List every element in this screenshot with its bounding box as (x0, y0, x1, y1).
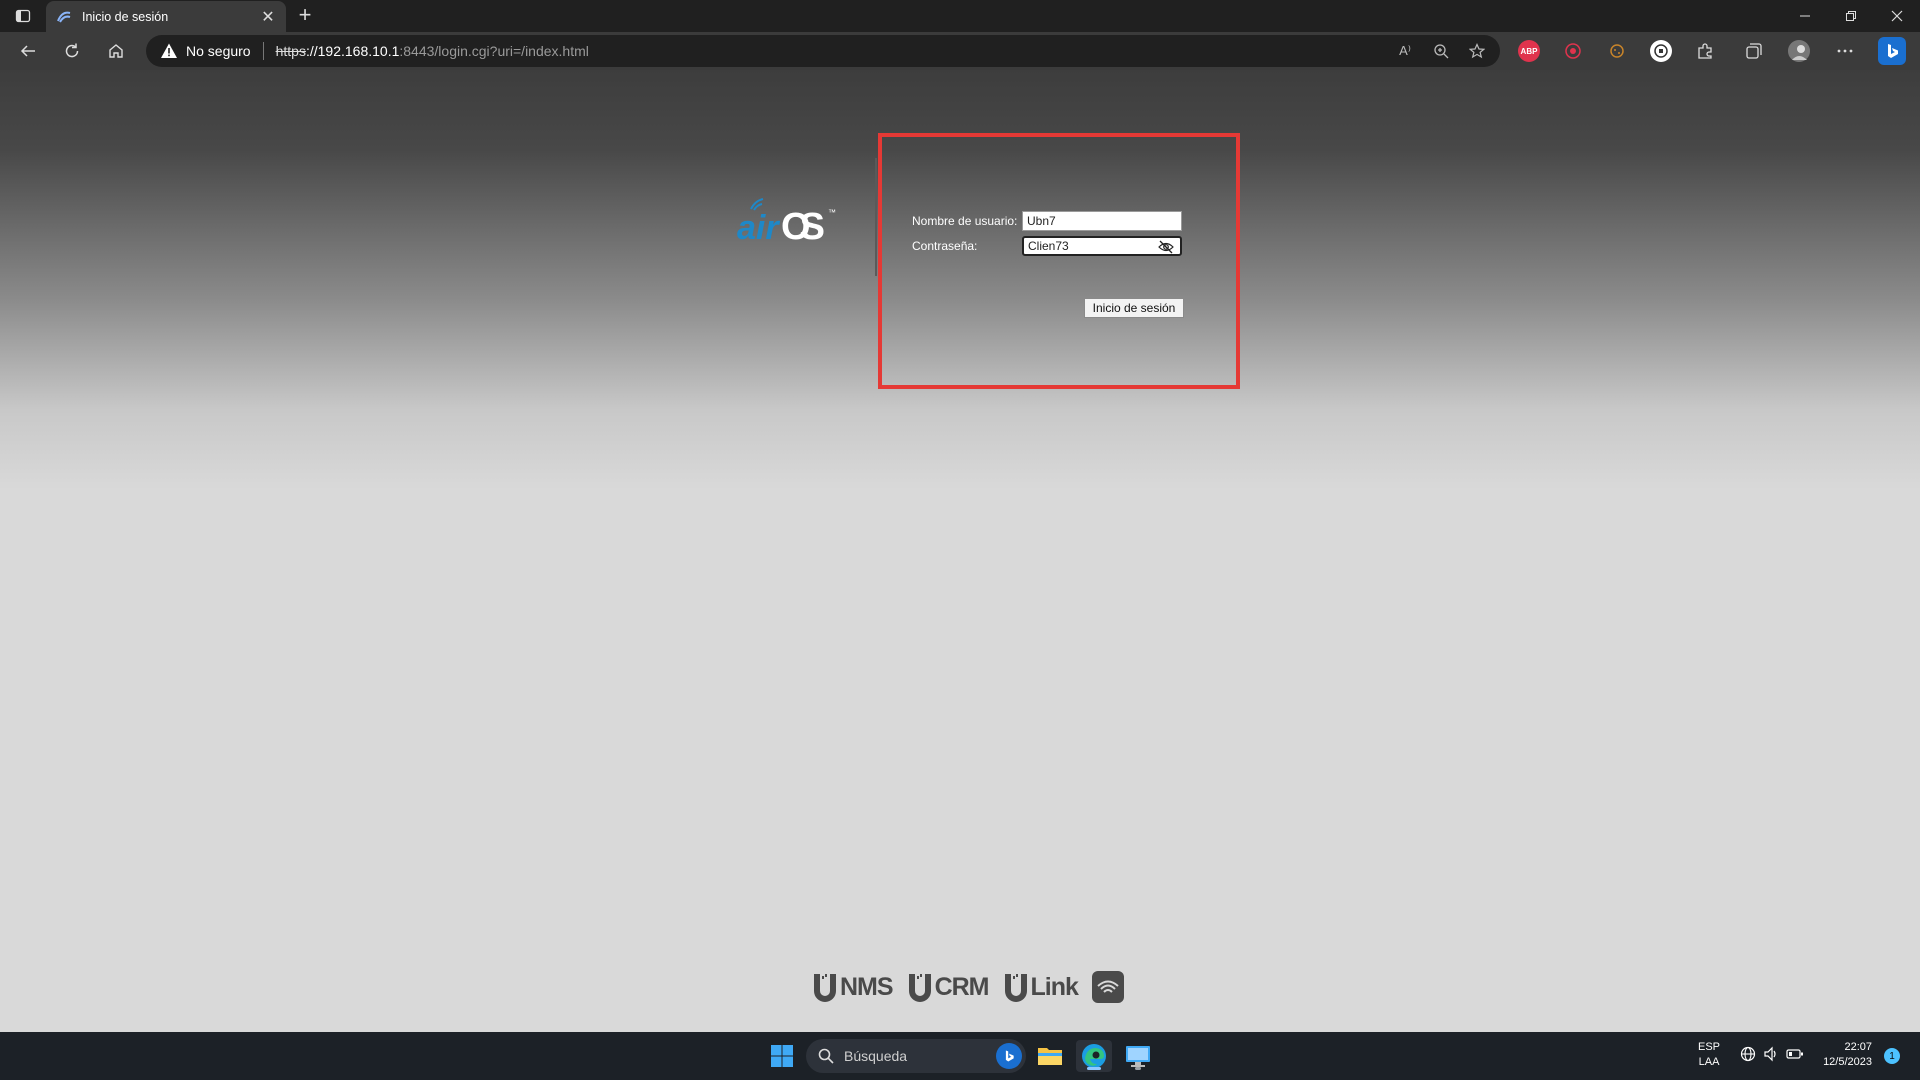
url-host: ://192.168.10.1 (305, 43, 400, 59)
warning-icon[interactable] (160, 42, 178, 60)
ubiquiti-u-icon (814, 974, 836, 1002)
airos-favicon-icon (57, 11, 71, 23)
password-label: Contraseña: (912, 239, 978, 253)
zoom-icon[interactable] (1432, 42, 1450, 60)
ubiquiti-u-icon (1004, 974, 1027, 1002)
back-icon[interactable] (14, 37, 42, 65)
password-field[interactable]: Clien73 (1022, 236, 1182, 256)
ucrm-logo[interactable]: CRM (907, 972, 989, 1002)
favorite-star-icon[interactable] (1468, 42, 1486, 60)
profile-avatar[interactable] (1788, 40, 1810, 62)
svg-text:™: ™ (828, 208, 836, 217)
tab-close-icon[interactable]: ✕ (260, 7, 276, 27)
windows-start-icon[interactable] (764, 1040, 800, 1072)
wifiman-icon[interactable] (1091, 971, 1124, 1003)
volume-icon[interactable] (1763, 1046, 1779, 1067)
svg-text:air: air (737, 209, 780, 247)
ubiquiti-product-logos: NMS CRM Link (812, 968, 1124, 1006)
file-explorer-icon[interactable] (1032, 1040, 1068, 1072)
extensions-puzzle-icon[interactable] (1694, 40, 1716, 62)
address-bar[interactable]: No seguro https://192.168.10.1:8443/logi… (146, 35, 1500, 67)
airos-logo: air OS ™ (735, 195, 845, 248)
search-icon (818, 1048, 834, 1064)
security-status[interactable]: No seguro (186, 43, 251, 59)
ulink-logo[interactable]: Link (1003, 972, 1079, 1002)
active-indicator (1087, 1067, 1101, 1070)
clock-date: 12/5/2023 (1823, 1056, 1872, 1068)
windows-taskbar: Búsqueda ESP LAA 22:07 12/5/2023 1 (0, 1032, 1920, 1080)
minimize-icon[interactable] (1782, 0, 1828, 32)
url-text[interactable]: https://192.168.10.1:8443/login.cgi?uri=… (276, 43, 589, 59)
network-icon[interactable] (1740, 1046, 1756, 1067)
clock-time: 22:07 (1844, 1041, 1872, 1053)
url-scheme: https (275, 43, 306, 59)
notification-badge[interactable]: 1 (1884, 1048, 1900, 1064)
refresh-icon[interactable] (58, 37, 86, 65)
more-options-icon[interactable] (1834, 40, 1856, 62)
bing-copilot-icon[interactable] (1878, 37, 1906, 65)
tab-active[interactable]: Inicio de sesión ✕ (46, 1, 286, 32)
clock[interactable]: 22:07 12/5/2023 (1820, 1040, 1872, 1070)
record-extension-icon[interactable] (1562, 40, 1584, 62)
product-name: Link (1030, 972, 1079, 1001)
tab-strip: Inicio de sesión ✕ + (0, 0, 1920, 32)
bing-icon[interactable] (996, 1043, 1022, 1069)
username-field[interactable]: Ubn7 (1022, 211, 1182, 231)
running-indicator (1135, 1067, 1141, 1070)
collections-icon[interactable] (1743, 40, 1765, 62)
new-tab-button[interactable]: + (292, 4, 318, 28)
address-divider (262, 42, 264, 60)
edge-browser-icon[interactable] (1076, 1040, 1112, 1072)
username-label: Nombre de usuario: (912, 214, 1018, 228)
language-indicator[interactable]: ESP LAA (1698, 1040, 1720, 1070)
battery-icon[interactable] (1786, 1046, 1804, 1067)
product-name: CRM (934, 972, 990, 1001)
search-placeholder: Búsqueda (844, 1048, 908, 1064)
taskbar-search[interactable]: Búsqueda (806, 1039, 1026, 1073)
window-controls (1782, 0, 1920, 32)
tab-title: Inicio de sesión (82, 9, 169, 24)
restore-icon[interactable] (1828, 0, 1874, 32)
unms-logo[interactable]: NMS (812, 972, 894, 1002)
login-page: air OS ™ Nombre de usuario: Ubn7 Contras… (0, 70, 1920, 1032)
adblock-plus-icon[interactable]: ABP (1518, 40, 1540, 62)
keyboard-layout: LAA (1698, 1056, 1720, 1068)
language-code: ESP (1698, 1041, 1721, 1053)
read-aloud-icon[interactable]: A⁾ (1396, 42, 1414, 60)
logo-divider (875, 158, 877, 276)
browser-toolbar: No seguro https://192.168.10.1:8443/logi… (0, 32, 1920, 70)
tab-actions-icon[interactable] (10, 4, 36, 28)
login-button[interactable]: Inicio de sesión (1084, 298, 1184, 318)
cookie-extension-icon[interactable] (1606, 40, 1628, 62)
eset-extension-icon[interactable] (1650, 40, 1672, 62)
remote-desktop-icon[interactable] (1120, 1040, 1156, 1072)
url-path: :8443/login.cgi?uri=/index.html (399, 43, 589, 59)
login-form-highlight (878, 133, 1240, 389)
home-icon[interactable] (102, 37, 130, 65)
product-name: NMS (840, 972, 894, 1001)
password-value: Clien73 (1028, 239, 1069, 253)
ubiquiti-u-icon (908, 974, 931, 1002)
svg-text:OS: OS (781, 206, 825, 247)
hide-password-icon[interactable] (1158, 240, 1174, 254)
close-window-icon[interactable] (1874, 0, 1920, 32)
